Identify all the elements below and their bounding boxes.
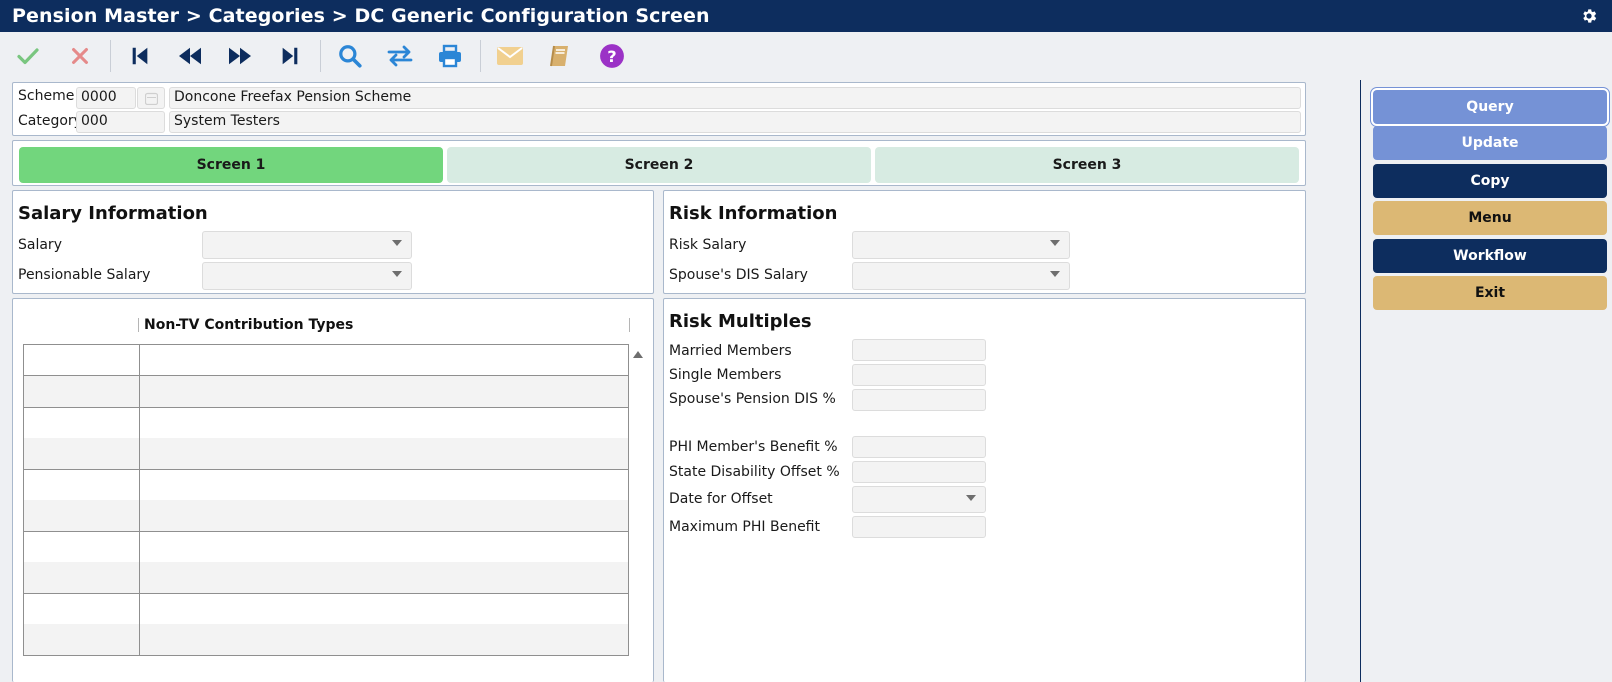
toolbar: ? bbox=[0, 32, 1612, 80]
help-icon[interactable]: ? bbox=[598, 42, 626, 70]
table-row[interactable] bbox=[23, 438, 629, 470]
maximum-phi-benefit-label: Maximum PHI Benefit bbox=[669, 519, 820, 535]
gear-icon[interactable] bbox=[1580, 7, 1598, 25]
risk-salary-select[interactable] bbox=[852, 231, 1070, 259]
category-name-field: System Testers bbox=[169, 111, 1301, 133]
scheme-name-field: Doncone Freefax Pension Scheme bbox=[169, 87, 1301, 109]
table-row[interactable] bbox=[23, 624, 629, 656]
spouse-dis-salary-select[interactable] bbox=[852, 262, 1070, 290]
pensionable-salary-select[interactable] bbox=[202, 262, 412, 290]
maximum-phi-benefit-field[interactable] bbox=[852, 516, 986, 538]
calendar-icon bbox=[145, 92, 158, 105]
table-row[interactable] bbox=[23, 500, 629, 532]
scroll-up-arrow[interactable] bbox=[633, 351, 643, 358]
toolbar-separator bbox=[480, 40, 481, 72]
category-code-field[interactable]: 000 bbox=[76, 111, 165, 133]
previous-record-icon[interactable] bbox=[176, 42, 204, 70]
risk-information-panel: Risk Information Risk Salary Spouse's DI… bbox=[663, 190, 1306, 294]
married-members-label: Married Members bbox=[669, 343, 792, 359]
risk-salary-label: Risk Salary bbox=[669, 237, 747, 253]
salary-information-panel: Salary Information Salary Pensionable Sa… bbox=[12, 190, 654, 294]
single-members-label: Single Members bbox=[669, 367, 782, 383]
salary-label: Salary bbox=[18, 237, 62, 253]
contribution-types-panel: Non-TV Contribution Types bbox=[12, 298, 654, 682]
tab-screen-3[interactable]: Screen 3 bbox=[875, 147, 1299, 183]
table-row[interactable] bbox=[23, 469, 629, 501]
print-icon[interactable] bbox=[436, 42, 464, 70]
svg-text:?: ? bbox=[607, 47, 616, 66]
table-row[interactable] bbox=[23, 344, 629, 376]
exit-button[interactable]: Exit bbox=[1373, 276, 1607, 310]
first-record-icon[interactable] bbox=[126, 42, 154, 70]
risk-multiples-panel: Risk Multiples Married Members Single Me… bbox=[663, 298, 1306, 682]
spouse-dis-salary-label: Spouse's DIS Salary bbox=[669, 267, 808, 283]
category-label: Category bbox=[18, 113, 82, 129]
next-record-icon[interactable] bbox=[226, 42, 254, 70]
menu-button[interactable]: Menu bbox=[1373, 201, 1607, 235]
cancel-icon[interactable] bbox=[66, 42, 94, 70]
table-row[interactable] bbox=[23, 376, 629, 408]
salary-select[interactable] bbox=[202, 231, 412, 259]
toolbar-separator bbox=[110, 40, 111, 72]
workflow-button[interactable]: Workflow bbox=[1373, 239, 1607, 273]
action-panel: Query Update Copy Menu Workflow Exit bbox=[1360, 80, 1612, 682]
state-disability-offset-field[interactable] bbox=[852, 461, 986, 483]
window-title: Pension Master > Categories > DC Generic… bbox=[12, 5, 710, 27]
column-divider bbox=[629, 318, 630, 332]
grid-column-2-header: Non-TV Contribution Types bbox=[144, 317, 354, 333]
screen-tabs: Screen 1 Screen 2 Screen 3 bbox=[12, 140, 1306, 186]
spouse-pension-dis-field[interactable] bbox=[852, 389, 986, 411]
query-button[interactable]: Query bbox=[1373, 90, 1607, 124]
date-for-offset-label: Date for Offset bbox=[669, 491, 773, 507]
table-row[interactable] bbox=[23, 531, 629, 563]
record-header-panel: Scheme 0000 Doncone Freefax Pension Sche… bbox=[12, 82, 1306, 136]
state-disability-offset-label: State Disability Offset % bbox=[669, 464, 840, 480]
phi-member-benefit-field[interactable] bbox=[852, 436, 986, 458]
married-members-field[interactable] bbox=[852, 339, 986, 361]
toolbar-separator bbox=[320, 40, 321, 72]
table-row[interactable] bbox=[23, 407, 629, 439]
table-row[interactable] bbox=[23, 593, 629, 625]
tab-screen-1[interactable]: Screen 1 bbox=[19, 147, 443, 183]
date-for-offset-select[interactable] bbox=[852, 486, 986, 513]
tab-screen-2[interactable]: Screen 2 bbox=[447, 147, 871, 183]
single-members-field[interactable] bbox=[852, 364, 986, 386]
copy-button[interactable]: Copy bbox=[1373, 164, 1607, 198]
main-content: Scheme 0000 Doncone Freefax Pension Sche… bbox=[0, 80, 1360, 682]
spouse-pension-dis-label: Spouse's Pension DIS % bbox=[669, 391, 836, 407]
update-button[interactable]: Update bbox=[1373, 126, 1607, 160]
risk-information-title: Risk Information bbox=[669, 203, 838, 224]
swap-icon[interactable] bbox=[386, 42, 414, 70]
table-row[interactable] bbox=[23, 562, 629, 594]
pensionable-salary-label: Pensionable Salary bbox=[18, 267, 151, 283]
accept-icon[interactable] bbox=[14, 42, 42, 70]
column-divider bbox=[138, 318, 139, 332]
title-bar: Pension Master > Categories > DC Generic… bbox=[0, 0, 1612, 32]
salary-information-title: Salary Information bbox=[18, 203, 208, 224]
scheme-code-field[interactable]: 0000 bbox=[76, 87, 136, 109]
search-icon[interactable] bbox=[336, 42, 364, 70]
phi-member-benefit-label: PHI Member's Benefit % bbox=[669, 439, 838, 455]
scheme-lookup-button[interactable] bbox=[137, 87, 165, 109]
last-record-icon[interactable] bbox=[276, 42, 304, 70]
mail-icon[interactable] bbox=[496, 42, 524, 70]
scheme-label: Scheme bbox=[18, 88, 75, 104]
risk-multiples-title: Risk Multiples bbox=[669, 311, 812, 332]
book-icon[interactable] bbox=[546, 42, 574, 70]
